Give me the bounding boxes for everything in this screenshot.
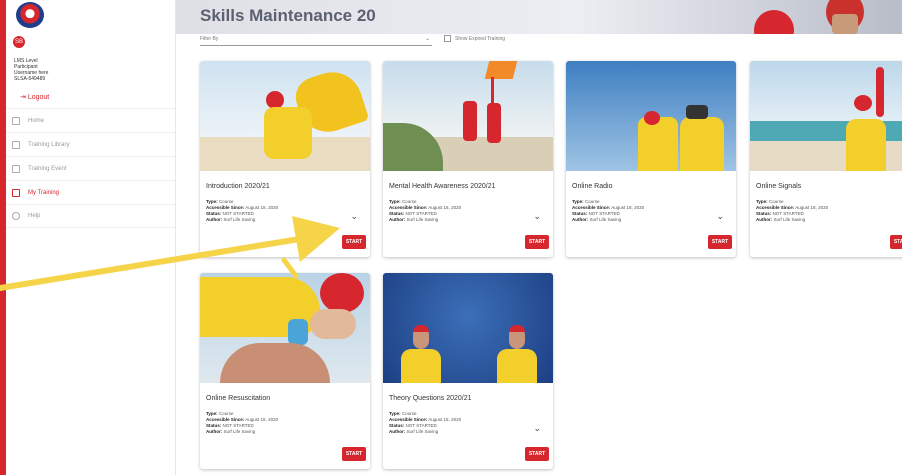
course-author: Surf Life Saving — [223, 429, 256, 434]
user-info: LMS Level Participant Username here SLSA… — [14, 58, 48, 82]
course-thumbnail — [200, 61, 370, 171]
course-status: NOT STARTED — [222, 211, 254, 216]
course-meta: Type: Course Accessible Since: August 18… — [572, 199, 645, 222]
course-author: Surf Life Saving — [223, 217, 256, 222]
training-icon — [12, 188, 20, 197]
checkbox-box — [444, 35, 451, 42]
course-title: Introduction 2020/21 — [206, 183, 270, 190]
sidebar-item-label: Training Library — [28, 141, 70, 148]
course-accessible-since: August 18, 2020 — [795, 205, 829, 210]
course-accessible-since: August 18, 2020 — [245, 417, 279, 422]
course-title: Theory Questions 2020/21 — [389, 395, 472, 402]
course-accessible-since: August 18, 2020 — [245, 205, 279, 210]
course-status: NOT STARTED — [405, 211, 437, 216]
course-type: Course — [218, 199, 234, 204]
course-type: Course — [584, 199, 600, 204]
course-author: Surf Life Saving — [773, 217, 806, 222]
course-title: Online Resuscitation — [206, 395, 271, 402]
course-type: Course — [401, 411, 417, 416]
start-button[interactable]: START — [890, 235, 902, 249]
home-icon — [12, 116, 20, 125]
course-status: NOT STARTED — [405, 423, 437, 428]
chevron-down-icon: ⌄ — [424, 36, 430, 42]
show-expired-checkbox[interactable]: Show Expired Training — [444, 35, 505, 42]
sidebar-item-home[interactable]: Home — [6, 108, 175, 132]
course-author: Surf Life Saving — [406, 217, 439, 222]
logout-link[interactable]: ⇥ Logout — [20, 93, 49, 101]
start-button[interactable]: START — [708, 235, 732, 249]
course-card[interactable]: Online Signals Type: Course Accessible S… — [750, 61, 902, 257]
course-thumbnail — [200, 273, 370, 383]
calendar-icon — [12, 164, 20, 173]
start-button[interactable]: START — [342, 235, 366, 249]
sidebar-item-label: Home — [28, 117, 45, 124]
sidebar-item-label: My Training — [28, 189, 60, 196]
logout-icon: ⇥ — [20, 94, 26, 101]
course-thumbnail — [566, 61, 736, 171]
course-status: NOT STARTED — [772, 211, 804, 216]
start-button[interactable]: START — [342, 447, 366, 461]
chevron-down-icon[interactable]: ⌄ — [716, 211, 724, 222]
chevron-down-icon[interactable]: ⌄ — [350, 211, 358, 222]
course-accessible-since: August 18, 2020 — [428, 205, 462, 210]
course-status: NOT STARTED — [588, 211, 620, 216]
course-meta: Type: Course Accessible Since: August 18… — [389, 411, 462, 434]
course-card[interactable]: Online Resuscitation Type: Course Access… — [200, 273, 370, 469]
course-author: Surf Life Saving — [406, 429, 439, 434]
course-thumbnail — [383, 61, 553, 171]
user-info-line: SLSA-549489 — [14, 76, 46, 82]
course-thumbnail — [383, 273, 553, 383]
page-title: Skills Maintenance 20 — [200, 6, 376, 25]
help-icon — [12, 212, 20, 220]
header-banner-figure — [754, 10, 794, 34]
course-card[interactable]: Introduction 2020/21 Type: Course Access… — [200, 61, 370, 257]
course-meta: Type: Course Accessible Since: August 18… — [206, 199, 279, 222]
sidebar-item-training-library[interactable]: Training Library — [6, 132, 175, 156]
course-type: Course — [401, 199, 417, 204]
course-accessible-since: August 18, 2020 — [428, 417, 462, 422]
course-accessible-since: August 18, 2020 — [611, 205, 645, 210]
header-banner-face — [832, 14, 858, 34]
course-meta: Type: Course Accessible Since: August 18… — [389, 199, 462, 222]
library-icon — [12, 140, 20, 149]
club-logo[interactable] — [16, 2, 44, 28]
course-card[interactable]: Mental Health Awareness 2020/21 Type: Co… — [383, 61, 553, 257]
course-card[interactable]: Online Radio Type: Course Accessible Sin… — [566, 61, 736, 257]
chevron-down-icon[interactable]: ⌄ — [533, 423, 541, 434]
course-meta: Type: Course Accessible Since: August 18… — [756, 199, 829, 222]
course-title: Mental Health Awareness 2020/21 — [389, 183, 496, 190]
course-thumbnail — [750, 61, 902, 171]
avatar[interactable]: SB — [13, 36, 25, 48]
chevron-down-icon[interactable]: ⌄ — [533, 211, 541, 222]
course-card[interactable]: Theory Questions 2020/21 Type: Course Ac… — [383, 273, 553, 469]
show-expired-label: Show Expired Training — [455, 35, 506, 42]
course-status: NOT STARTED — [222, 423, 254, 428]
page-header: Skills Maintenance 20 — [176, 0, 902, 34]
sidebar: SB LMS Level Participant Username here S… — [6, 0, 176, 475]
course-title: Online Signals — [756, 183, 802, 190]
sidebar-item-my-training[interactable]: My Training — [6, 180, 175, 204]
course-type: Course — [218, 411, 234, 416]
start-button[interactable]: START — [525, 447, 549, 461]
course-type: Course — [768, 199, 784, 204]
sidebar-nav: Home Training Library Training Event My … — [6, 108, 175, 228]
course-meta: Type: Course Accessible Since: August 18… — [206, 411, 279, 434]
filter-select-label: Filter By — [200, 36, 219, 42]
sidebar-item-training-event[interactable]: Training Event — [6, 156, 175, 180]
sidebar-item-label: Training Event — [28, 165, 67, 172]
course-author: Surf Life Saving — [589, 217, 622, 222]
start-button[interactable]: START — [525, 235, 549, 249]
sidebar-item-help[interactable]: Help — [6, 204, 175, 228]
sidebar-item-label: Help — [28, 213, 41, 219]
logout-label: Logout — [27, 94, 50, 101]
course-title: Online Radio — [572, 183, 613, 190]
filter-select[interactable]: Filter By ⌄ — [200, 34, 432, 46]
